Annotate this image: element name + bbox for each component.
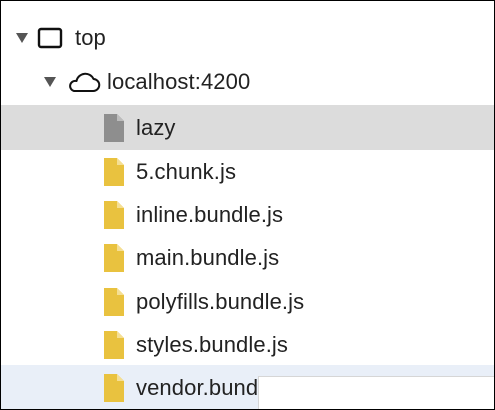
triangle-down-icon[interactable] [15,31,29,45]
tree-item-label: localhost:4200 [107,68,251,94]
tree-item-file[interactable]: polyfills.bundle.js [1,279,494,324]
tree-item-file[interactable]: 5.chunk.js [1,149,494,194]
tree-item-label: 5.chunk.js [136,158,237,184]
tree-item-label: lazy [136,114,176,140]
file-icon [104,157,124,186]
file-icon [104,373,124,402]
tree-item-file[interactable]: inline.bundle.js [1,192,494,237]
tree-item-file[interactable]: main.bundle.js [1,235,494,280]
file-icon [104,330,124,359]
tree-item-label: styles.bundle.js [136,331,289,357]
tree-item-label: top [75,24,106,50]
frame-window-icon [37,27,63,49]
file-icon [104,243,124,272]
tree-item-origin[interactable]: localhost:4200 [1,59,494,104]
file-icon [104,113,124,142]
file-icon [104,200,124,229]
tree-item-label: main.bundle.js [136,244,280,270]
cloud-icon [65,70,101,94]
tree-item-label: inline.bundle.js [136,201,284,227]
tree-item-file[interactable]: styles.bundle.js [1,322,494,367]
file-icon [104,287,124,316]
file-tree-panel: top localhost:4200 lazy 5.chunk.js inlin… [0,0,495,410]
triangle-down-icon[interactable] [43,75,57,89]
tree-item-label: polyfills.bundle.js [136,288,305,314]
tree-item-top[interactable]: top [1,15,494,60]
tree-item-file[interactable]: lazy [1,105,494,150]
overlapping-panel-edge [258,376,494,409]
